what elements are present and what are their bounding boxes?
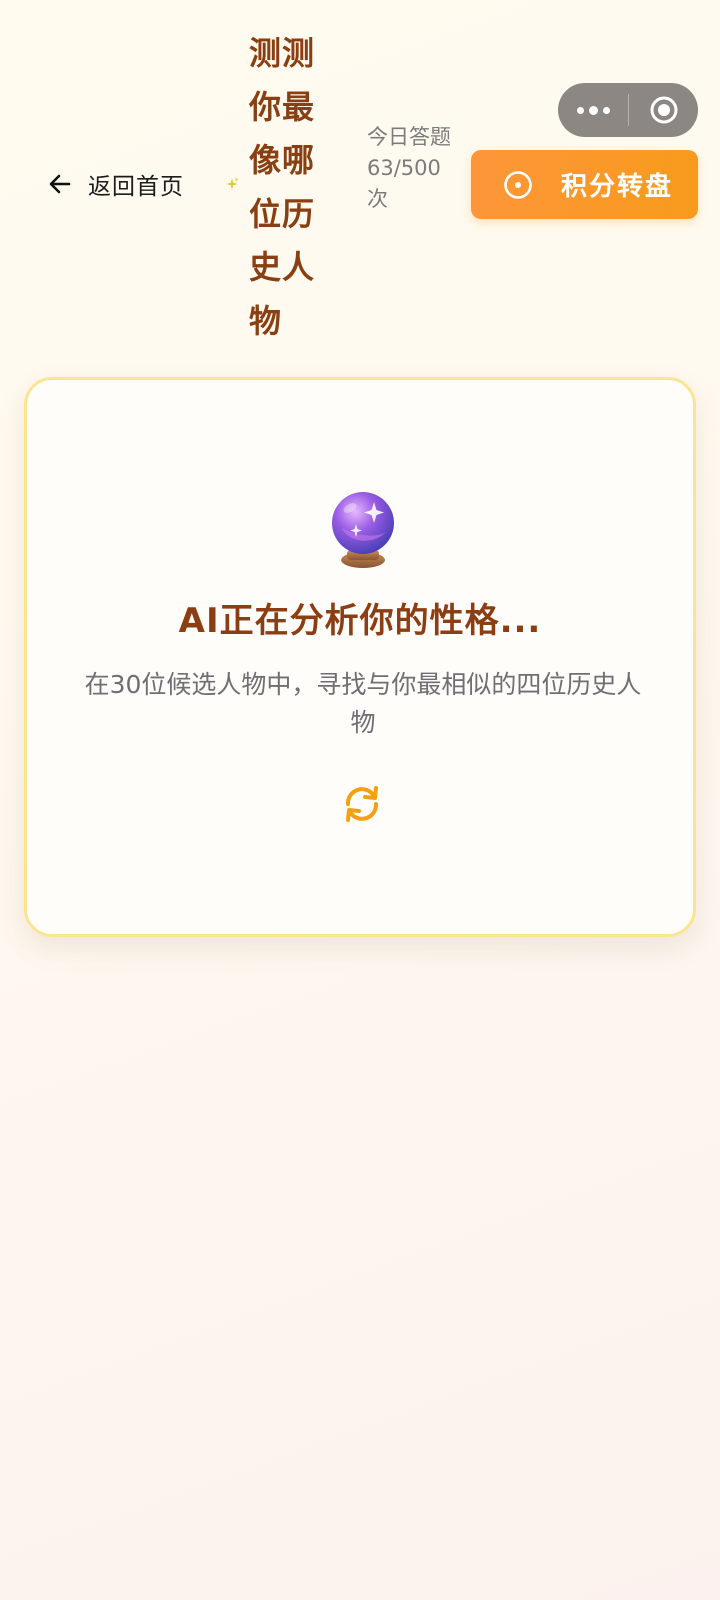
arrow-left-icon: [49, 174, 71, 194]
refresh-icon: [346, 786, 378, 822]
analysis-title: AI正在分析你的性格...: [178, 601, 542, 641]
miniprogram-capsule: [558, 83, 698, 137]
crystal-ball-icon: [332, 492, 394, 568]
points-wheel-button[interactable]: 积分转盘: [471, 150, 698, 219]
back-home-label: 返回首页: [88, 174, 184, 200]
close-circle-icon[interactable]: [629, 83, 698, 137]
back-home-button[interactable]: 返回首页: [48, 166, 184, 202]
sparkle-icon: [226, 178, 238, 190]
daily-quota-text: 今日答题63/500次: [367, 125, 451, 211]
target-icon: [504, 170, 532, 199]
analysis-card: AI正在分析你的性格... 在30位候选人物中，寻找与你最相似的四位历史人物: [24, 377, 696, 937]
page-title: 测测你最像哪位历史人物: [249, 34, 316, 340]
analysis-description: 在30位候选人物中，寻找与你最相似的四位历史人物: [84, 670, 642, 737]
points-wheel-label: 积分转盘: [561, 172, 674, 202]
more-dots-icon[interactable]: [558, 83, 628, 137]
